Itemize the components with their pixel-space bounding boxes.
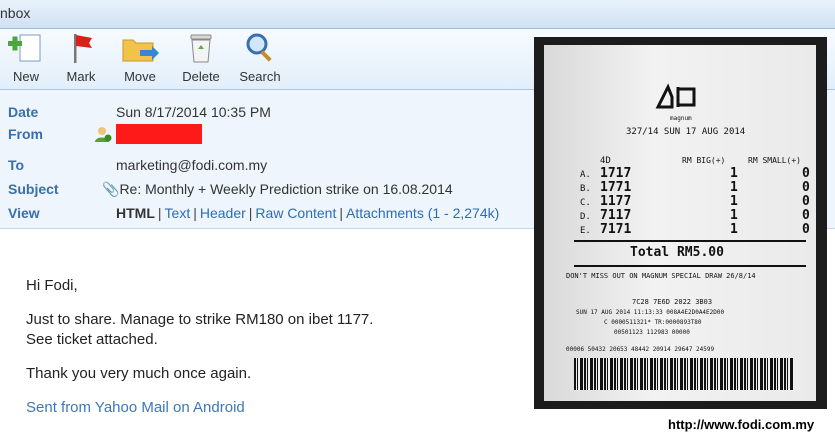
ticket-row-big: 1 bbox=[730, 222, 738, 237]
ticket-paper: magnum 327/14 SUN 17 AUG 2014 4D RM BIG(… bbox=[544, 45, 816, 401]
move-button-label: Move bbox=[124, 69, 156, 84]
date-value: Sun 8/17/2014 10:35 PM bbox=[116, 104, 271, 120]
message-greeting: Hi Fodi, bbox=[26, 277, 78, 294]
ticket-row-number: 1177 bbox=[600, 194, 632, 209]
to-label: To bbox=[8, 157, 25, 173]
view-text-link[interactable]: Text bbox=[165, 205, 191, 221]
ticket-barcode-digits: 00006 50432 20653 48442 20914 29647 2459… bbox=[566, 346, 715, 353]
ticket-row-small: 0 bbox=[802, 194, 810, 209]
ticket-code-2: SUN 17 AUG 2014 11:13:33 008A4E2D0A4E2D0… bbox=[576, 309, 725, 316]
ticket-divider bbox=[574, 240, 806, 242]
ticket-row-number: 1771 bbox=[600, 180, 632, 195]
window-title-bar: nbox bbox=[0, 0, 835, 29]
view-label: View bbox=[8, 205, 40, 221]
message-signature[interactable]: Sent from Yahoo Mail on Android bbox=[26, 398, 526, 418]
view-attachments-link[interactable]: Attachments (1 - 2,274k) bbox=[346, 205, 499, 221]
view-options: HTML | Text | Header | Raw Content | Attachments… bbox=[116, 205, 500, 221]
view-header-link[interactable]: Header bbox=[200, 205, 246, 221]
ticket-row-big: 1 bbox=[730, 166, 738, 181]
from-value[interactable] bbox=[94, 124, 202, 144]
subject-text: Re: Monthly + Weekly Prediction strike o… bbox=[119, 181, 453, 197]
ticket-row-number: 7117 bbox=[600, 208, 632, 223]
ticket-code-3: C 0000511321* TR:0000893T80 bbox=[604, 319, 702, 326]
delete-button[interactable]: Delete bbox=[175, 31, 227, 87]
ticket-row-label: A. bbox=[580, 170, 591, 180]
ticket-code-4: 00501123 112983 00000 bbox=[614, 329, 690, 336]
ticket-row-big: 1 bbox=[730, 194, 738, 209]
ticket-row-small: 0 bbox=[802, 180, 810, 195]
view-raw-link[interactable]: Raw Content bbox=[255, 205, 336, 221]
ticket-draw-line: 327/14 SUN 17 AUG 2014 bbox=[626, 127, 746, 137]
new-button-label: New bbox=[12, 69, 39, 84]
ticket-total: Total RM5.00 bbox=[630, 245, 724, 260]
ticket-barcode bbox=[574, 358, 794, 390]
ticket-row-label: C. bbox=[580, 198, 591, 208]
ticket-row-label: E. bbox=[580, 226, 591, 236]
subject-label: Subject bbox=[8, 181, 59, 197]
view-html-option[interactable]: HTML bbox=[116, 205, 155, 221]
magnum-logo-icon bbox=[655, 83, 696, 109]
flag-icon bbox=[74, 34, 92, 63]
ticket-row-label: D. bbox=[580, 212, 591, 222]
window-title: nbox bbox=[0, 5, 31, 21]
ticket-divider bbox=[574, 265, 806, 267]
ticket-row-big: 1 bbox=[730, 180, 738, 195]
ticket-row-small: 0 bbox=[802, 208, 810, 223]
message-line-3: Thank you very much once again. bbox=[26, 365, 252, 382]
date-label: Date bbox=[8, 104, 39, 120]
folder-move-icon bbox=[122, 39, 159, 62]
ticket-code-1: 7C28 7E6D 2022 3B03 bbox=[632, 298, 713, 306]
subject-value: 📎Re: Monthly + Weekly Prediction strike … bbox=[102, 181, 453, 198]
ticket-row-small: 0 bbox=[802, 222, 810, 237]
to-value[interactable]: marketing@fodi.com.my bbox=[116, 157, 267, 173]
search-button-label: Search bbox=[239, 69, 281, 84]
footer-url: http://www.fodi.com.my bbox=[668, 417, 815, 432]
message-line-1: Just to share. Manage to strike RM180 on… bbox=[26, 311, 374, 328]
magnifier-icon bbox=[246, 33, 272, 62]
new-icon bbox=[8, 34, 41, 62]
ticket-col-big: RM BIG(+) bbox=[682, 156, 726, 165]
search-button[interactable]: Search bbox=[234, 31, 286, 87]
ticket-col-small: RM SMALL(+) bbox=[748, 156, 801, 165]
message-line-2: See ticket attached. bbox=[26, 331, 158, 348]
ticket-brand: magnum bbox=[670, 115, 692, 122]
mark-button[interactable]: Mark bbox=[55, 31, 107, 87]
message-body: Hi Fodi, Just to share. Manage to strike… bbox=[26, 276, 526, 432]
ticket-promo: DON'T MISS OUT ON MAGNUM SPECIAL DRAW 26… bbox=[566, 272, 756, 280]
ticket-row-label: B. bbox=[580, 184, 591, 194]
new-button[interactable]: New bbox=[0, 31, 52, 87]
sender-redaction bbox=[116, 124, 202, 144]
ticket-row-number: 7171 bbox=[600, 222, 632, 237]
contact-icon bbox=[95, 127, 112, 142]
ticket-row-small: 0 bbox=[802, 166, 810, 181]
ticket-row-big: 1 bbox=[730, 208, 738, 223]
ticket-row-number: 1717 bbox=[600, 166, 632, 181]
trash-icon bbox=[190, 34, 212, 63]
move-button[interactable]: Move bbox=[114, 31, 166, 87]
ticket-col-4d: 4D bbox=[600, 156, 611, 166]
paperclip-icon: 📎 bbox=[102, 181, 120, 197]
mark-button-label: Mark bbox=[66, 69, 96, 84]
from-label: From bbox=[8, 126, 43, 142]
delete-button-label: Delete bbox=[182, 69, 220, 84]
ticket-photo: magnum 327/14 SUN 17 AUG 2014 4D RM BIG(… bbox=[534, 37, 827, 409]
